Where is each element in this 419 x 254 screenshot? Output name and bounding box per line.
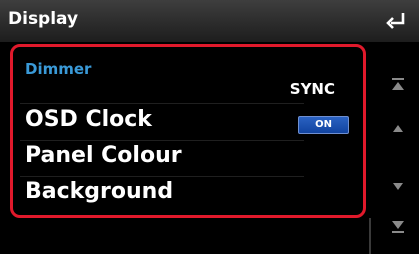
display-settings-screen: Display Dimmer SYNC OSD Clock ON Panel C… [0,0,419,254]
scroll-bottom-icon[interactable] [387,215,409,237]
header-bar: Display [0,0,419,42]
scroll-down-icon[interactable] [387,175,409,197]
scroll-up-icon[interactable] [387,117,409,139]
page-title: Display [8,9,79,29]
scroll-top-icon[interactable] [387,74,409,96]
highlight-frame [10,44,366,218]
scroll-controls [378,62,418,242]
back-arrow-icon[interactable] [383,8,409,34]
scroll-track [369,218,371,254]
